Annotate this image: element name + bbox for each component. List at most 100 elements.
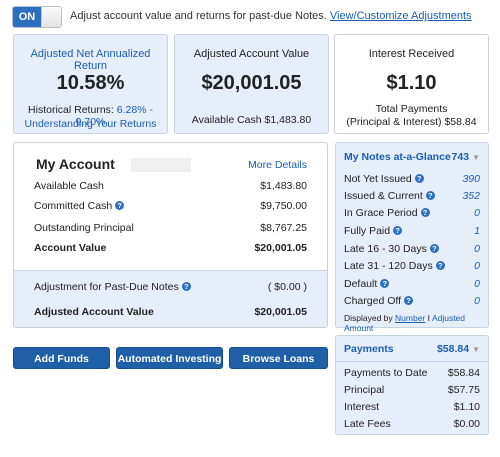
display-by-footer: Displayed by Number I Adjusted Amount (344, 313, 480, 333)
payments-divider (336, 361, 488, 362)
notes-row: Default? 0 (344, 278, 480, 292)
notes-row: Late 31 - 120 Days? 0 (344, 260, 480, 274)
notes-row-value[interactable]: 0 (474, 207, 480, 219)
account-row-label: Committed Cash (34, 200, 113, 212)
total-payments-label: Total Payments (375, 103, 448, 115)
help-icon[interactable]: ? (420, 208, 430, 217)
account-row-value: $9,750.00 (260, 200, 307, 212)
net-return-value: 10.58% (56, 72, 125, 94)
account-row-value: $8,767.25 (260, 222, 307, 234)
payments-row: Payments to Date $58.84 (344, 367, 480, 381)
adjusted-account-value-row: Adjusted Account Value $20,001.05 (34, 306, 307, 320)
account-value-label: Adjusted Account Value (193, 48, 310, 60)
help-icon[interactable]: ? (404, 296, 414, 305)
toggle-knob[interactable] (41, 7, 61, 27)
payments-panel: Payments $58.84 ▼ Payments to Date $58.84… (335, 335, 489, 435)
notes-row-value[interactable]: 352 (462, 190, 480, 202)
account-row-value: $1,483.80 (260, 180, 307, 192)
notes-row: Late 16 - 30 Days? 0 (344, 243, 480, 257)
payments-row-label: Payments to Date (344, 367, 428, 379)
help-icon[interactable]: ? (380, 279, 390, 288)
available-cash-summary: Available Cash $1,483.80 (191, 114, 312, 126)
payments-total: $58.84 (436, 343, 470, 355)
help-icon[interactable]: ? (414, 174, 424, 183)
total-payments-value: (Principal & Interest) $58.84 (346, 116, 477, 128)
caret-down-icon[interactable]: ▼ (472, 153, 480, 162)
display-by-label: Displayed by (344, 313, 393, 323)
notes-row-value[interactable]: 0 (474, 295, 480, 307)
toggle-on-label: ON (13, 7, 41, 27)
adjustment-row: Adjustment for Past-Due Notes? ( $0.00 ) (34, 281, 307, 295)
notes-row-label: Fully Paid (344, 225, 391, 237)
notes-row: Charged Off? 0 (344, 295, 480, 309)
net-return-box: Adjusted Net Annualized Return 10.58% Hi… (13, 34, 168, 134)
account-row-label: Outstanding Principal (34, 222, 134, 234)
help-icon[interactable]: ? (115, 201, 125, 210)
adjusted-account-value-label: Adjusted Account Value (34, 306, 154, 318)
adjustment-toggle[interactable]: ON (12, 6, 62, 28)
payments-row: Interest $1.10 (344, 401, 480, 415)
payments-header: Payments $58.84 ▼ (344, 343, 480, 355)
automated-investing-button[interactable]: Automated Investing (116, 347, 223, 369)
notes-glance-panel: My Notes at-a-Glance 743 ▼ Not Yet Issued… (335, 142, 489, 333)
account-value-box: Adjusted Account Value $20,001.05 Availa… (174, 34, 329, 134)
redacted-name (130, 158, 191, 173)
payments-row-label: Late Fees (344, 418, 391, 430)
customize-adjustments-link[interactable]: View/Customize Adjustments (330, 10, 472, 22)
account-row-committed-cash: Committed Cash? $9,750.00 (34, 200, 307, 214)
account-row-account-value: Account Value $20,001.05 (34, 242, 307, 256)
help-icon[interactable]: ? (425, 191, 435, 200)
notes-row-label: Charged Off (344, 295, 402, 307)
payments-row: Principal $57.75 (344, 384, 480, 398)
notes-row-value[interactable]: 390 (462, 173, 480, 185)
interest-received-label: Interest Received (368, 48, 455, 60)
notes-total: 743 (451, 151, 470, 163)
account-row-outstanding-principal: Outstanding Principal $8,767.25 (34, 222, 307, 236)
more-details-link[interactable]: More Details (248, 159, 307, 171)
notes-row-label: Not Yet Issued (344, 173, 412, 185)
payments-row-label: Principal (344, 384, 385, 396)
interest-received-value: $1.10 (386, 72, 437, 94)
help-icon[interactable]: ? (429, 244, 439, 253)
payments-row-value: $58.84 (447, 367, 480, 379)
adjustment-label: Adjustment for Past-Due Notes (34, 281, 179, 293)
understanding-returns-link[interactable]: Understanding Your Returns (14, 118, 167, 130)
notes-row-value[interactable]: 0 (474, 243, 480, 255)
notes-row-value[interactable]: 0 (474, 260, 480, 272)
payments-row: Late Fees $0.00 (344, 418, 480, 432)
my-account-title: My Account (36, 156, 191, 173)
notes-row: Not Yet Issued? 390 (344, 173, 480, 187)
notes-row-label: In Grace Period (344, 207, 418, 219)
notes-row-value[interactable]: 1 (474, 225, 480, 237)
account-row-label: Available Cash (34, 180, 104, 192)
notes-row-label: Issued & Current (344, 190, 423, 202)
payments-row-label: Interest (344, 401, 380, 413)
display-by-separator: I (427, 313, 431, 323)
adjustment-value: ( $0.00 ) (267, 281, 307, 293)
notes-row: Issued & Current? 352 (344, 190, 480, 204)
notes-row: In Grace Period? 0 (344, 207, 480, 221)
account-value-amount: $20,001.05 (201, 72, 302, 94)
toggle-description: Adjust account value and returns for pas… (70, 10, 472, 22)
caret-down-icon[interactable]: ▼ (472, 345, 480, 354)
notes-glance-header: My Notes at-a-Glance 743 ▼ (344, 151, 480, 163)
payments-row-value: $0.00 (453, 418, 480, 430)
notes-row-label: Late 16 - 30 Days (344, 243, 427, 255)
notes-row-value[interactable]: 0 (474, 278, 480, 290)
help-icon[interactable]: ? (181, 282, 191, 291)
notes-row-label: Late 31 - 120 Days (344, 260, 433, 272)
notes-row-label: Default (344, 278, 378, 290)
account-row-label: Account Value (34, 242, 107, 254)
toggle-text: Adjust account value and returns for pas… (70, 10, 327, 22)
help-icon[interactable]: ? (435, 261, 445, 270)
payments-row-value: $1.10 (453, 401, 480, 413)
net-return-label[interactable]: Adjusted Net Annualized Return (14, 48, 167, 72)
my-account-panel: My Account More Details Available Cash $… (13, 142, 328, 328)
display-by-number-link[interactable]: Number (395, 313, 425, 323)
browse-loans-button[interactable]: Browse Loans (229, 347, 328, 369)
historical-returns-label: Historical Returns: (28, 104, 114, 116)
account-row-value: $20,001.05 (254, 242, 307, 254)
add-funds-button[interactable]: Add Funds (13, 347, 110, 369)
notes-glance-title: My Notes at-a-Glance (344, 151, 451, 163)
help-icon[interactable]: ? (393, 226, 403, 235)
